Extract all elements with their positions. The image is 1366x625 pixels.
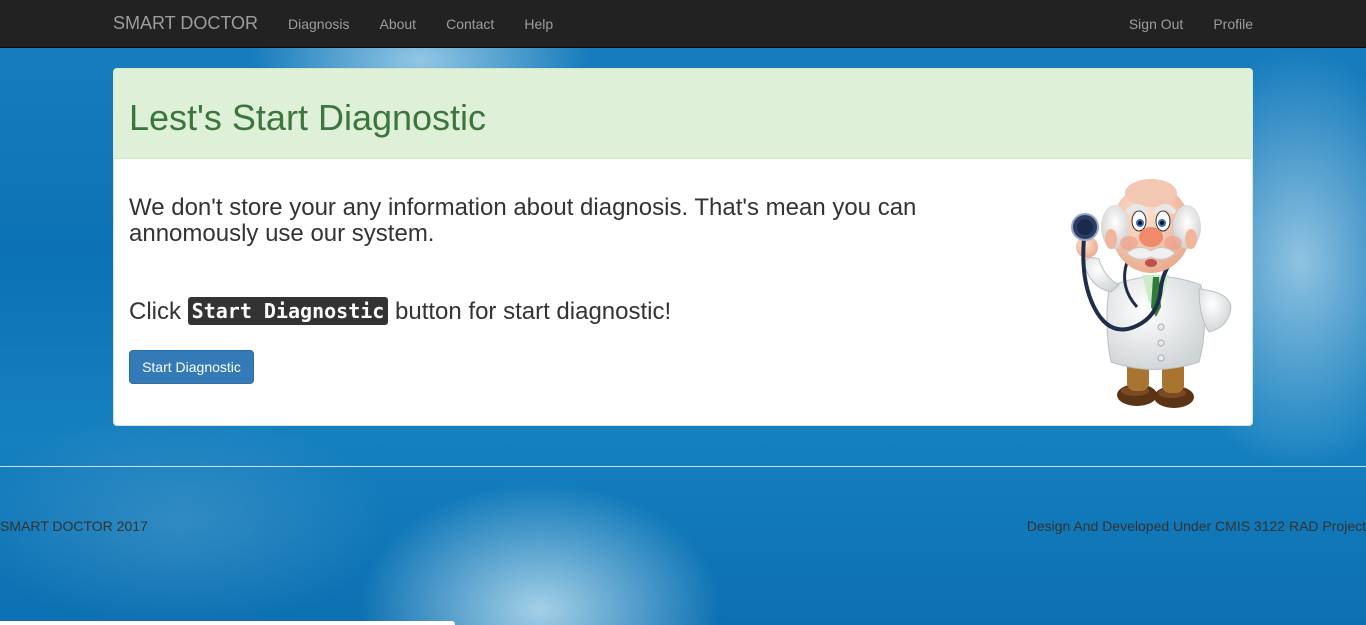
diagnostic-panel: Lest's Start Diagnostic We don't store y… bbox=[113, 68, 1253, 426]
panel-body: We don't store your any information abou… bbox=[114, 159, 1252, 425]
instruction-prefix: Click bbox=[129, 298, 181, 325]
instruction-suffix: button for start diagnostic! bbox=[395, 298, 672, 325]
nav-left-menu: Diagnosis About Contact Help bbox=[288, 0, 568, 48]
nav-right-menu: Sign Out Profile bbox=[1114, 0, 1253, 48]
doctor-cartoon-icon bbox=[1071, 179, 1232, 408]
page-title: Lest's Start Diagnostic bbox=[129, 97, 487, 138]
instruction-text: Click Start Diagnostic button for start … bbox=[129, 296, 672, 327]
footer-divider bbox=[0, 466, 1366, 467]
footer-copyright: SMART DOCTOR 2017 bbox=[0, 518, 148, 534]
start-diagnostic-button[interactable]: Start Diagnostic bbox=[129, 350, 254, 384]
brand-link[interactable]: SMART DOCTOR bbox=[113, 13, 258, 33]
nav-item-diagnosis[interactable]: Diagnosis bbox=[288, 0, 364, 48]
panel-heading: Lest's Start Diagnostic bbox=[114, 69, 1252, 159]
nav-item-profile[interactable]: Profile bbox=[1198, 0, 1253, 48]
start-diagnostic-code: Start Diagnostic bbox=[187, 296, 389, 325]
nav-item-sign-out[interactable]: Sign Out bbox=[1114, 0, 1198, 48]
footer-credit: Design And Developed Under CMIS 3122 RAD… bbox=[1026, 518, 1366, 534]
top-navbar: SMART DOCTOR Diagnosis About Contact Hel… bbox=[0, 0, 1366, 48]
nav-item-contact[interactable]: Contact bbox=[431, 0, 509, 48]
nav-item-help[interactable]: Help bbox=[509, 0, 568, 48]
bottom-edge-strip bbox=[0, 621, 455, 625]
privacy-info-text: We don't store your any information abou… bbox=[129, 194, 917, 247]
nav-item-about[interactable]: About bbox=[364, 0, 431, 48]
